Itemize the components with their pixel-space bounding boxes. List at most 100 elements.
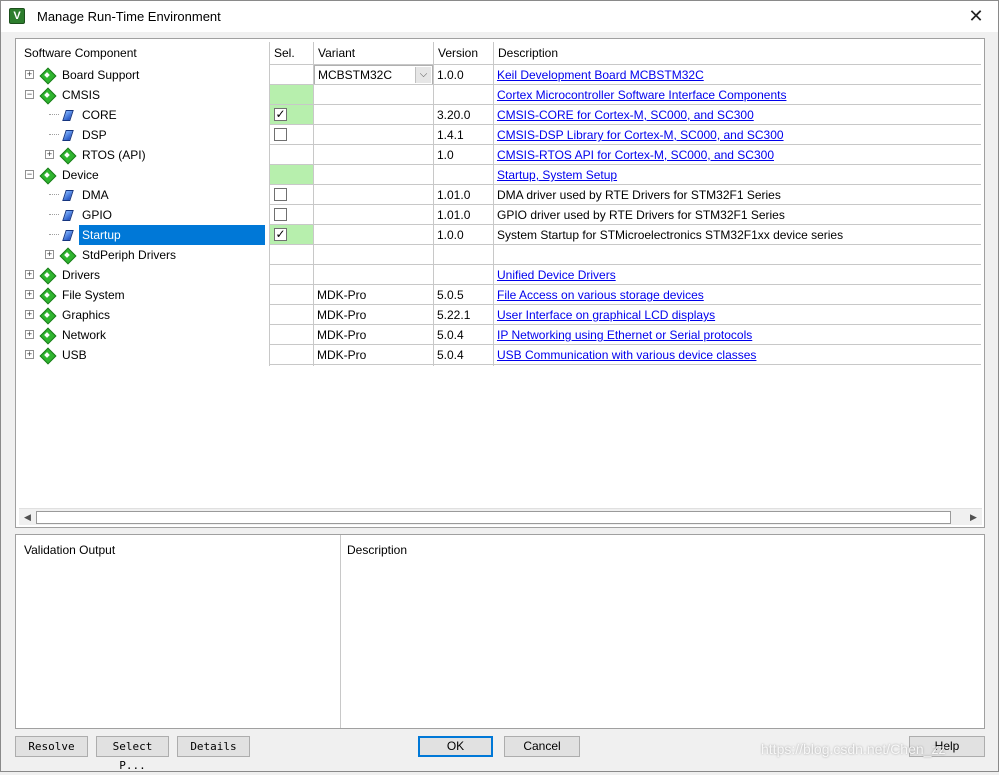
chevron-down-icon[interactable]: ⌵ — [415, 67, 431, 83]
component-row[interactable]: DSP 1.4.1 CMSIS-DSP Library for Cortex-M, … — [19, 125, 981, 145]
sel-cell — [270, 265, 313, 285]
row-divider — [269, 264, 981, 265]
expand-icon[interactable]: + — [25, 310, 34, 319]
expand-icon[interactable]: + — [25, 70, 34, 79]
component-row[interactable]: + Drivers Unified Device Drivers — [19, 265, 981, 285]
description-link[interactable]: Cortex Microcontroller Software Interfac… — [497, 88, 786, 102]
description-cell: CMSIS-RTOS API for Cortex-M, SC000, and … — [494, 145, 981, 165]
component-row[interactable]: CORE ✓ 3.20.0 CMSIS-CORE for Cortex-M, SC00… — [19, 105, 981, 125]
expand-icon[interactable]: + — [25, 330, 34, 339]
panel-divider[interactable] — [340, 535, 341, 728]
component-row[interactable]: + Graphics MDK-Pro 5.22.1 User Interface on … — [19, 305, 981, 325]
component-row[interactable]: − CMSIS Cortex Microcontroller Software In… — [19, 85, 981, 105]
select-checkbox[interactable]: ✓ — [274, 228, 287, 241]
component-name[interactable]: Device — [62, 165, 99, 185]
select-checkbox[interactable] — [274, 208, 287, 221]
expand-icon[interactable]: + — [25, 350, 34, 359]
component-row[interactable]: + USB MDK-Pro 5.0.4 USB Communication with v… — [19, 345, 981, 365]
component-name[interactable]: CMSIS — [62, 85, 100, 105]
component-row[interactable]: DMA 1.01.0 DMA driver used by RTE Drivers … — [19, 185, 981, 205]
component-name[interactable]: Network — [62, 325, 106, 345]
description-cell: File Access on various storage devices — [494, 285, 981, 305]
component-name[interactable]: Graphics — [62, 305, 110, 325]
sel-cell — [270, 85, 313, 105]
component-name[interactable]: File System — [62, 285, 125, 305]
expand-icon[interactable]: + — [45, 150, 54, 159]
description-link[interactable]: File Access on various storage devices — [497, 288, 704, 302]
tree-cell: + Board Support — [19, 65, 267, 85]
description-cell: CMSIS-CORE for Cortex-M, SC000, and SC30… — [494, 105, 981, 125]
component-name[interactable]: DMA — [82, 185, 109, 205]
component-name[interactable]: USB — [62, 345, 87, 365]
component-name[interactable]: Startup — [79, 225, 265, 245]
component-row[interactable]: + Board Support MCBSTM32C ⌵ 1.0.0 Keil Develo… — [19, 65, 981, 85]
component-row[interactable]: + StdPeriph Drivers — [19, 245, 981, 265]
description-link[interactable]: CMSIS-CORE for Cortex-M, SC000, and SC30… — [497, 108, 754, 122]
variant-dropdown[interactable]: MCBSTM32C ⌵ — [314, 65, 433, 85]
tree-cell: GPIO — [19, 205, 267, 225]
select-checkbox[interactable] — [274, 128, 287, 141]
component-row[interactable]: + File System MDK-Pro 5.0.5 File Access on v… — [19, 285, 981, 305]
component-row[interactable]: Startup ✓ 1.0.0 System Startup for STMicroe… — [19, 225, 981, 245]
header-version[interactable]: Version — [433, 42, 493, 64]
ok-button[interactable]: OK — [418, 736, 493, 757]
component-icon — [40, 88, 54, 102]
description-cell: System Startup for STMicroelectronics ST… — [494, 225, 981, 245]
header-variant[interactable]: Variant — [313, 42, 433, 64]
variant-cell — [314, 125, 433, 145]
component-icon — [40, 288, 54, 302]
component-name[interactable]: RTOS (API) — [82, 145, 146, 165]
expand-icon[interactable]: + — [45, 250, 54, 259]
scroll-left-icon[interactable]: ◀ — [19, 509, 36, 526]
description-link[interactable]: User Interface on graphical LCD displays — [497, 308, 715, 322]
scroll-right-icon[interactable]: ▶ — [965, 509, 982, 526]
row-divider — [269, 184, 981, 185]
component-grid: Software Component Sel. Variant Version … — [15, 38, 985, 528]
description-link[interactable]: IP Networking using Ethernet or Serial p… — [497, 328, 752, 342]
collapse-icon[interactable]: − — [25, 90, 34, 99]
expand-icon[interactable]: + — [25, 290, 34, 299]
description-link[interactable]: CMSIS-DSP Library for Cortex-M, SC000, a… — [497, 128, 784, 142]
sel-cell — [270, 305, 313, 325]
close-icon[interactable]: ✕ — [962, 4, 990, 28]
component-row[interactable]: GPIO 1.01.0 GPIO driver used by RTE Driver… — [19, 205, 981, 225]
component-name[interactable]: Drivers — [62, 265, 100, 285]
header-sel[interactable]: Sel. — [269, 42, 313, 64]
scroll-thumb[interactable] — [36, 511, 951, 524]
description-cell: GPIO driver used by RTE Drivers for STM3… — [494, 205, 981, 225]
component-name[interactable]: Board Support — [62, 65, 139, 85]
description-text: System Startup for STMicroelectronics ST… — [497, 228, 844, 242]
collapse-icon[interactable]: − — [25, 170, 34, 179]
watermark-text: https://blog.csdn.net/Chen_zz — [761, 741, 946, 757]
description-link[interactable]: Unified Device Drivers — [497, 268, 616, 282]
component-name[interactable]: GPIO — [82, 205, 112, 225]
header-description[interactable]: Description — [493, 42, 981, 64]
component-name[interactable]: CORE — [82, 105, 117, 125]
select-packs-button[interactable]: Select P... — [96, 736, 169, 772]
select-checkbox[interactable]: ✓ — [274, 108, 287, 121]
horizontal-scrollbar[interactable]: ◀ ▶ — [19, 508, 982, 525]
version-cell — [434, 165, 493, 185]
version-cell — [434, 245, 493, 265]
component-row[interactable]: + Network MDK-Pro 5.0.4 IP Networking using … — [19, 325, 981, 345]
variant-cell — [314, 85, 433, 105]
details-button[interactable]: Details — [177, 736, 250, 757]
description-link[interactable]: Keil Development Board MCBSTM32C — [497, 68, 704, 82]
header-software-component[interactable]: Software Component — [19, 42, 269, 64]
component-name[interactable]: DSP — [82, 125, 107, 145]
sel-cell — [270, 125, 313, 145]
description-link[interactable]: Startup, System Setup — [497, 168, 617, 182]
component-row[interactable]: − Device Startup, System Setup — [19, 165, 981, 185]
expand-icon[interactable]: + — [25, 270, 34, 279]
version-cell: 1.0.0 — [437, 68, 464, 82]
component-row[interactable]: + RTOS (API) 1.0 CMSIS-RTOS API for Cortex-… — [19, 145, 981, 165]
row-divider — [269, 164, 981, 165]
tree-cell: DSP — [19, 125, 267, 145]
select-checkbox[interactable] — [274, 188, 287, 201]
description-link[interactable]: USB Communication with various device cl… — [497, 348, 756, 362]
resolve-button[interactable]: Resolve — [15, 736, 88, 757]
component-name[interactable]: StdPeriph Drivers — [82, 245, 176, 265]
sel-cell — [270, 185, 313, 205]
description-link[interactable]: CMSIS-RTOS API for Cortex-M, SC000, and … — [497, 148, 774, 162]
cancel-button[interactable]: Cancel — [504, 736, 580, 757]
